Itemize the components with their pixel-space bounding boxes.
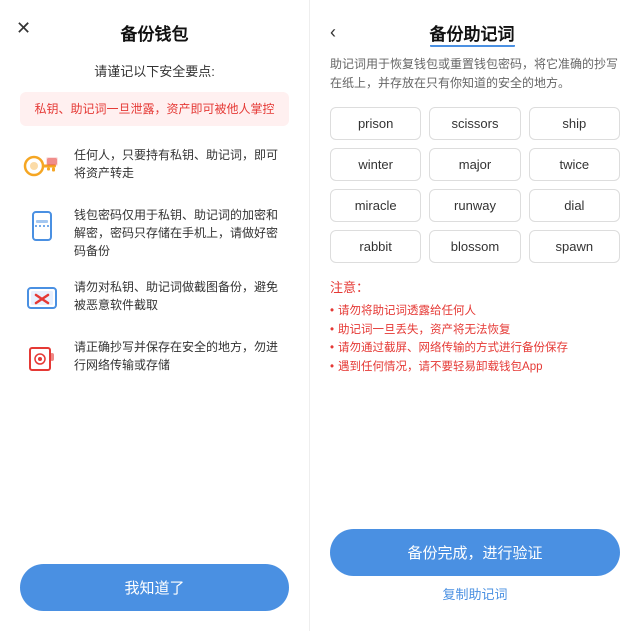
mnemonic-word: spawn (529, 230, 620, 263)
back-button[interactable]: ‹ (330, 22, 336, 43)
backup-complete-button[interactable]: 备份完成，进行验证 (330, 529, 620, 576)
tip-item-password: 钱包密码仅用于私钥、助记词的加密和解密，密码只存储在手机上，请做好密码备份 (20, 204, 289, 260)
left-subtitle: 请谨记以下安全要点: (20, 61, 289, 80)
tip-key-text: 任何人，只要持有私钥、助记词，即可将资产转走 (74, 144, 289, 182)
right-description: 助记词用于恢复钱包或重置钱包密码，将它准确的抄写在纸上，并存放在只有你知道的安全… (330, 55, 620, 93)
right-header: ‹ 备份助记词 (330, 20, 620, 45)
tip-item-safe: 请正确抄写并保存在安全的地方，勿进行网络传输或存储 (20, 336, 289, 380)
mnemonic-word: runway (429, 189, 520, 222)
right-panel: ‹ 备份助记词 助记词用于恢复钱包或重置钱包密码，将它准确的抄写在纸上，并存放在… (310, 0, 640, 631)
mnemonic-word: winter (330, 148, 421, 181)
notice-item: 助记词一旦丢失，资产将无法恢复 (330, 321, 620, 339)
phone-icon (20, 204, 64, 248)
notice-item: 遇到任何情况，请不要轻易卸载钱包App (330, 358, 620, 376)
notice-item: 请勿将助记词透露给任何人 (330, 302, 620, 320)
mnemonic-word: blossom (429, 230, 520, 263)
left-title: 备份钱包 (20, 20, 289, 45)
safe-icon (20, 336, 64, 380)
tip-item-screenshot: 请勿对私钥、助记词做截图备份，避免被恶意软件截取 (20, 276, 289, 320)
warning-text: 私钥、助记词一旦泄露，资产即可被他人掌控 (34, 102, 274, 116)
confirm-button[interactable]: 我知道了 (20, 564, 289, 611)
mnemonic-word: scissors (429, 107, 520, 140)
tip-item-key: 任何人，只要持有私钥、助记词，即可将资产转走 (20, 144, 289, 188)
notice-title: 注意： (330, 277, 620, 296)
notice-section: 注意： 请勿将助记词透露给任何人助记词一旦丢失，资产将无法恢复请勿通过截屏、网络… (330, 277, 620, 376)
tip-password-text: 钱包密码仅用于私钥、助记词的加密和解密，密码只存储在手机上，请做好密码备份 (74, 204, 289, 260)
tip-safe-text: 请正确抄写并保存在安全的地方，勿进行网络传输或存储 (74, 336, 289, 374)
right-title: 备份助记词 (430, 20, 515, 45)
mnemonic-word: miracle (330, 189, 421, 222)
mnemonic-grid: prisonscissors ship wintermajor twice miracl… (330, 107, 620, 263)
mnemonic-word: rabbit (330, 230, 421, 263)
left-panel: ✕ 备份钱包 请谨记以下安全要点: 私钥、助记词一旦泄露，资产即可被他人掌控 任… (0, 0, 310, 631)
close-button[interactable]: ✕ (16, 18, 31, 39)
mnemonic-word: twice (529, 148, 620, 181)
screenshot-icon (20, 276, 64, 320)
tip-screenshot-text: 请勿对私钥、助记词做截图备份，避免被恶意软件截取 (74, 276, 289, 314)
close-icon: ✕ (16, 18, 31, 38)
notice-item: 请勿通过截屏、网络传输的方式进行备份保存 (330, 339, 620, 357)
warning-box: 私钥、助记词一旦泄露，资产即可被他人掌控 (20, 92, 289, 126)
copy-mnemonic-button[interactable]: 复制助记词 (330, 576, 620, 611)
mnemonic-word: prison (330, 107, 421, 140)
key-icon (20, 144, 64, 188)
mnemonic-word: ship (529, 107, 620, 140)
mnemonic-word: major (429, 148, 520, 181)
mnemonic-word: dial (529, 189, 620, 222)
